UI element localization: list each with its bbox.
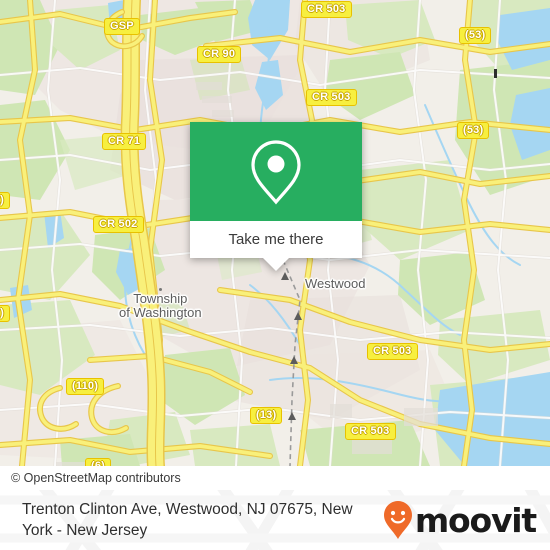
popup-image-area [190,122,362,221]
road-shield: GSP [104,18,140,35]
road-shield: CR 503 [301,1,352,18]
attribution-text[interactable]: © OpenStreetMap contributors [0,471,181,485]
map-pin-icon [251,139,301,204]
take-me-there-label: Take me there [228,231,324,248]
road-shield: (53) [457,122,490,139]
place-label-westwood: Westwood [305,277,365,291]
road-shield: CR 503 [367,343,418,360]
place-label-township-of-washington: Township of Washington [119,288,202,320]
moovit-pin-smiley-icon [383,501,412,539]
popup-tail-arrow [263,258,289,271]
road-shield: CR 502 [93,216,144,233]
road-shield: (53) [459,27,492,44]
map-attribution-bar: © OpenStreetMap contributors [0,466,550,490]
popup-action-bar[interactable]: Take me there [190,221,362,271]
road-shield: CR 71 [102,133,147,150]
moovit-logo[interactable]: moovit [383,500,537,540]
address-text: Trenton Clinton Ave, Westwood, NJ 07675,… [22,501,353,539]
road-shield: (6) [85,458,112,466]
map-canvas[interactable]: .water { fill:#a5d6f2; } .green { fill:#… [0,0,550,466]
place-name: Westwood [305,276,366,291]
take-me-there-popup[interactable]: Take me there [190,122,362,271]
road-shield: CR 503 [306,89,357,106]
road-shield: CR 90 [197,46,242,63]
road-shield: (13) [250,407,283,424]
place-name-line2: of Washington [119,305,202,320]
road-shield: CR 503 [345,423,396,440]
footer-bar: Trenton Clinton Ave, Westwood, NJ 07675,… [0,490,550,550]
road-shield-clipped: (7) [0,305,11,322]
moovit-wordmark: moovit [414,500,537,540]
place-name-line1: Township [133,291,188,306]
road-shield: (110) [66,378,105,395]
road-shield-clipped: (2) [0,192,11,209]
moovit-map-screenshot: .water { fill:#a5d6f2; } .green { fill:#… [0,0,550,550]
